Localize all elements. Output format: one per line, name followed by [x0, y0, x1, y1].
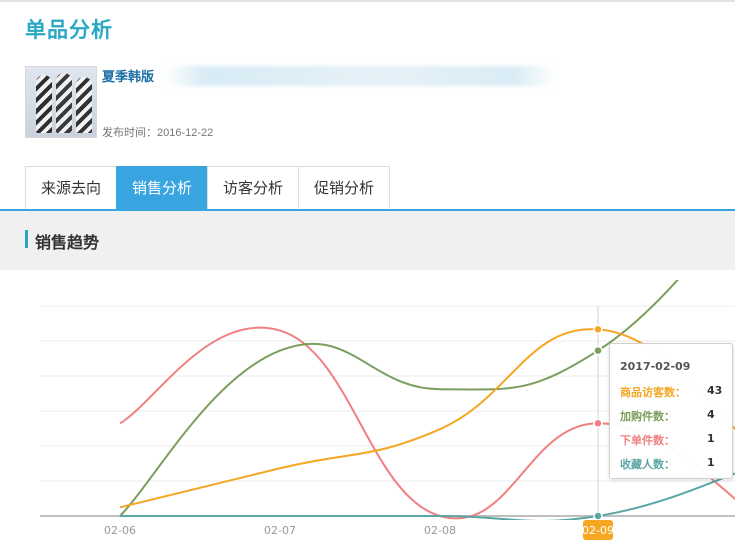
tooltip-label: 下单件数：: [620, 434, 675, 447]
product-name[interactable]: 夏季韩版: [102, 66, 154, 85]
section-header: 销售趋势: [0, 211, 735, 270]
publish-time: 发布时间：2016-12-22: [102, 124, 213, 140]
tooltip-date: 2017-02-09: [620, 360, 691, 373]
redacted-product-title: [165, 66, 555, 86]
chart-tooltip: 2017-02-09 商品访客数： 43 加购件数： 4 下单件数： 1 收藏人…: [609, 343, 733, 479]
analysis-tabs: 来源去向 销售分析 访客分析 促销分析: [25, 166, 391, 210]
tooltip-label: 收藏人数：: [620, 458, 675, 471]
tab-source[interactable]: 来源去向: [25, 166, 118, 209]
data-point: [593, 324, 603, 335]
tooltip-value: 1: [707, 456, 715, 469]
publish-label: 发布时间：: [102, 127, 157, 139]
x-tick-label: 02-09: [582, 524, 614, 537]
tooltip-value: 43: [707, 384, 723, 397]
tooltip-value: 4: [707, 408, 715, 421]
data-point: [593, 345, 603, 356]
page-title: 单品分析: [25, 19, 113, 42]
tooltip-value: 1: [707, 432, 715, 445]
tab-promotion[interactable]: 促销分析: [298, 166, 391, 209]
x-tick-label: 02-06: [104, 524, 136, 537]
tooltip-label: 商品访客数：: [620, 386, 686, 399]
data-point: [593, 418, 603, 429]
product-info: 夏季韩版 发布时间：2016-12-22: [25, 66, 725, 140]
tab-visitors[interactable]: 访客分析: [207, 166, 300, 209]
x-tick-label: 02-07: [264, 524, 296, 537]
data-point: [593, 511, 603, 521]
top-border: [0, 0, 735, 2]
section-title: 销售趋势: [35, 235, 100, 252]
section-marker: [25, 230, 28, 248]
product-thumbnail[interactable]: [25, 66, 97, 138]
tab-sales[interactable]: 销售分析: [116, 166, 209, 209]
tooltip-label: 加购件数：: [620, 410, 675, 423]
x-tick-label: 02-08: [424, 524, 456, 537]
publish-date: 2016-12-22: [157, 127, 214, 139]
